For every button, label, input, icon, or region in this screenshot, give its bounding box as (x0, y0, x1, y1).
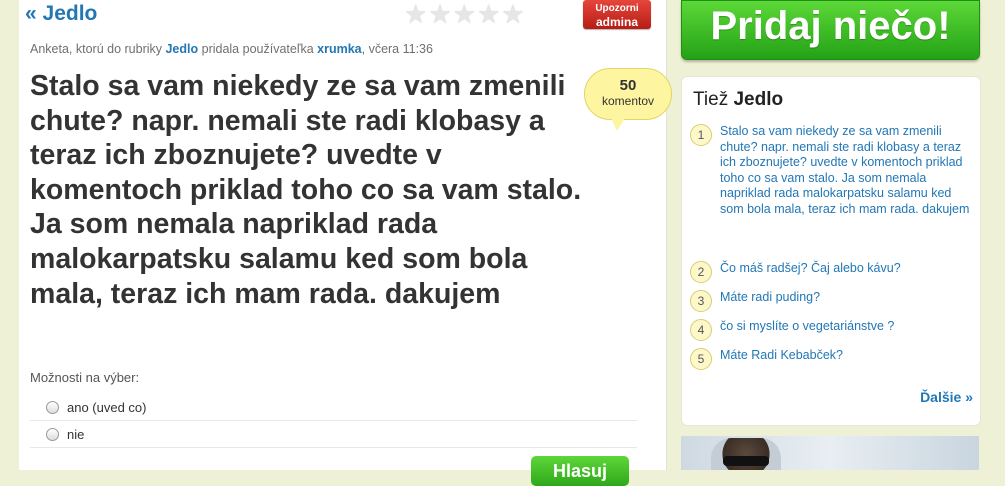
related-item[interactable]: 4 čo si myslíte o vegetariánstve ? (690, 319, 974, 341)
option-label: nie (67, 426, 85, 442)
related-polls-card: Tiež Jedlo 1 Stalo sa vam niekedy ze sa … (681, 76, 981, 426)
radio-button[interactable] (46, 427, 59, 441)
meta-user-link[interactable]: xrumka (317, 42, 361, 56)
related-item-link[interactable]: Stalo sa vam niekedy ze sa vam zmenili c… (720, 124, 970, 217)
vote-button[interactable]: Hlasuj (531, 456, 629, 486)
related-item[interactable]: 2 Čo máš radšej? Čaj alebo kávu? (690, 261, 974, 283)
related-title-prefix: Tiež (693, 89, 734, 110)
meta-time: , včera 11:36 (361, 42, 433, 56)
back-to-category-link[interactable]: « Jedlo (25, 2, 97, 26)
report-line2: admina (595, 15, 638, 29)
star-icon[interactable]: ★ (477, 1, 500, 27)
item-number-badge: 1 (690, 124, 712, 146)
related-item-link[interactable]: Čo máš radšej? Čaj alebo kávu? (720, 261, 970, 283)
item-number-badge: 3 (690, 290, 712, 312)
related-item-link[interactable]: Máte radi puding? (720, 290, 970, 312)
option-label: ano (uved co) (67, 399, 147, 415)
meta-middle: pridala používateľka (198, 42, 318, 56)
report-line1: Upozorni (595, 3, 639, 14)
meta-prefix: Anketa, ktorú do rubriky (30, 42, 166, 56)
star-icon[interactable]: ★ (501, 1, 524, 27)
meta-category-link[interactable]: Jedlo (165, 42, 198, 56)
star-icon[interactable]: ★ (404, 1, 427, 27)
rating-stars[interactable]: ★ ★ ★ ★ ★ (404, 1, 525, 27)
related-item-link[interactable]: čo si myslíte o vegetariánstve ? (720, 319, 970, 341)
radio-button[interactable] (46, 400, 59, 414)
related-item[interactable]: 1 Stalo sa vam niekedy ze sa vam zmenili… (690, 124, 974, 217)
poll-question: Stalo sa vam niekedy ze sa vam zmenili c… (30, 70, 582, 310)
item-number-badge: 5 (690, 348, 712, 370)
add-something-button[interactable]: Pridaj niečo! (681, 0, 980, 60)
related-item[interactable]: 5 Máte Radi Kebabček? (690, 348, 974, 370)
report-admin-button[interactable]: Upozorni admina (583, 0, 651, 29)
related-item-link[interactable]: Máte Radi Kebabček? (720, 348, 970, 370)
related-item[interactable]: 3 Máte radi puding? (690, 290, 974, 312)
advertisement-banner[interactable] (681, 436, 979, 470)
star-icon[interactable]: ★ (453, 1, 476, 27)
comments-count: 50 (619, 77, 637, 94)
poll-meta: Anketa, ktorú do rubriky Jedlo pridala p… (30, 42, 433, 56)
poll-option[interactable]: nie (30, 421, 637, 448)
poll-option[interactable]: ano (uved co) (30, 394, 637, 421)
comments-count-bubble[interactable]: 50 komentov (584, 68, 672, 131)
related-title: Tiež Jedlo (693, 89, 783, 111)
item-number-badge: 4 (690, 319, 712, 341)
ad-sunglasses-image (723, 456, 769, 466)
item-number-badge: 2 (690, 261, 712, 283)
star-icon[interactable]: ★ (428, 1, 451, 27)
more-link[interactable]: Ďalšie » (920, 389, 973, 405)
comments-label: komentov (601, 94, 655, 108)
options-label: Možnosti na výber: (30, 370, 140, 385)
related-title-category: Jedlo (733, 89, 784, 110)
